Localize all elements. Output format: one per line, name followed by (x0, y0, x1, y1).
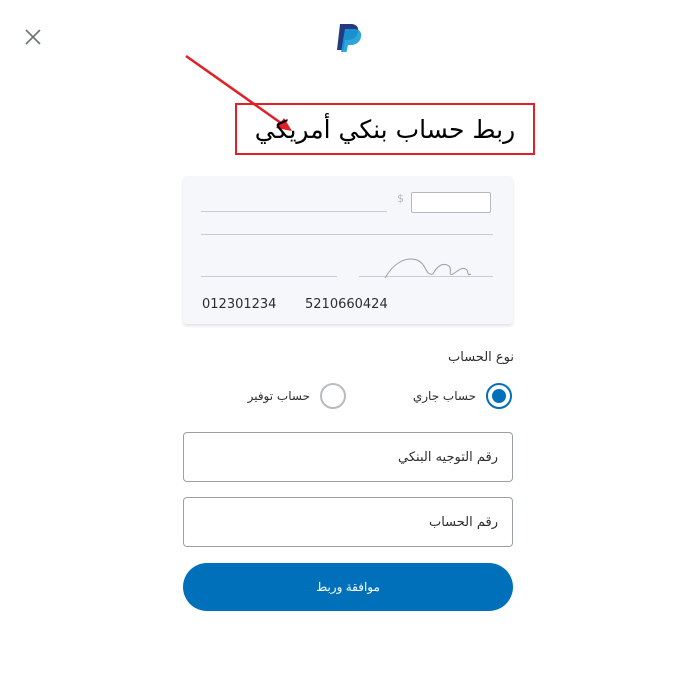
account-number-sample: 5210660424 (305, 297, 388, 312)
radio-checking-account[interactable]: حساب جاري (413, 381, 512, 411)
close-icon (25, 29, 41, 45)
radio-label-checking: حساب جاري (412, 389, 476, 403)
signature-scribble (384, 258, 472, 279)
check-illustration: $ 012301234 5210660424 (183, 176, 513, 324)
radio-label-savings: حساب توفير (247, 389, 310, 403)
paypal-logo (334, 22, 364, 52)
title-highlight-box: ربط حساب بنكي أمريكي (235, 103, 535, 155)
routing-number-placeholder: رقم التوجيه البنكي (398, 449, 498, 465)
radio-savings-account[interactable]: حساب توفير (248, 381, 346, 411)
routing-number-sample: 012301234 (202, 297, 277, 312)
page-title: ربط حساب بنكي أمريكي (254, 114, 516, 144)
radio-button-savings[interactable] (320, 383, 346, 409)
routing-number-input[interactable]: رقم التوجيه البنكي (183, 432, 513, 482)
check-amount-box (411, 192, 491, 213)
check-memo-line (201, 276, 337, 277)
radio-button-checking[interactable] (486, 383, 512, 409)
currency-symbol: $ (397, 192, 404, 205)
check-amount-line (201, 234, 493, 235)
agree-and-link-button[interactable]: موافقة وربط (183, 563, 513, 611)
check-payee-line (201, 211, 387, 212)
close-button[interactable] (24, 28, 42, 46)
account-type-label: نوع الحساب (448, 350, 514, 365)
account-number-placeholder: رقم الحساب (428, 514, 498, 530)
account-number-input[interactable]: رقم الحساب (183, 497, 513, 547)
